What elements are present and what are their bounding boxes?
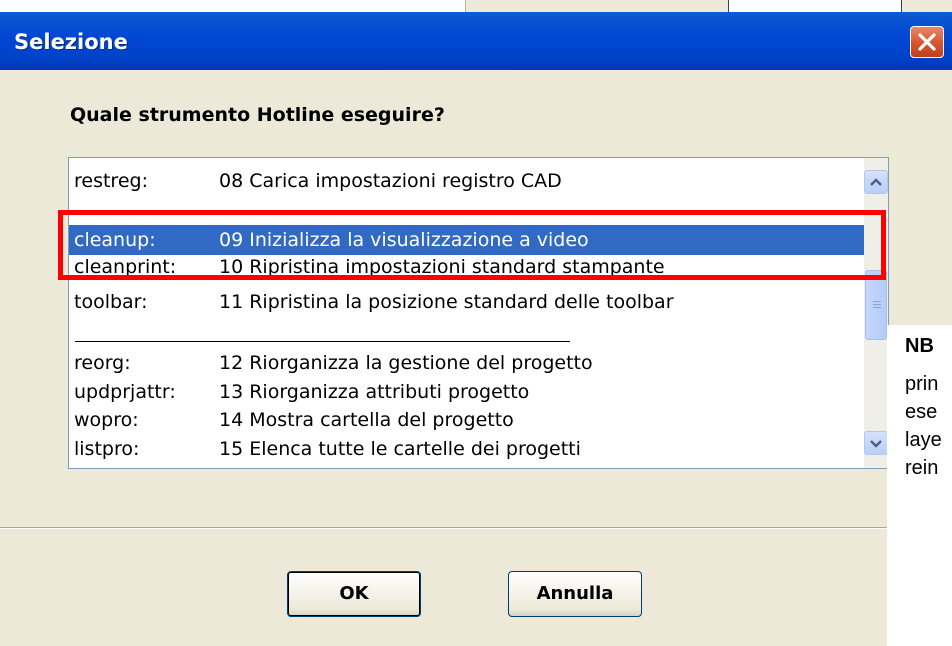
highlight-annotation [58,210,886,280]
list-separator [75,341,570,342]
list-item-wopro[interactable]: wopro: 14 Mostra cartella del progetto [69,405,864,435]
list-item-updprjattr[interactable]: updprjattr: 13 Riorganizza attributi pro… [69,377,864,407]
list-item-command: updprjattr: [74,381,176,403]
close-icon [918,33,936,51]
list-item-description: 15 Elenca tutte le cartelle dei progetti [219,438,581,460]
button-area-divider [0,527,900,529]
dialog-prompt: Quale strumento Hotline eseguire? [70,104,445,126]
ok-button[interactable]: OK [287,571,421,617]
selection-dialog: Selezione Quale strumento Hotline esegui… [0,12,952,646]
list-item-toolbar[interactable]: toolbar: 11 Ripristina la posizione stan… [69,287,864,317]
list-item-description: 11 Ripristina la posizione standard dell… [219,291,674,313]
side-note-line: rein [905,457,939,479]
list-item-command: reorg: [74,352,131,374]
cancel-button[interactable]: Annulla [508,571,642,617]
grip-line [873,304,881,305]
list-item-description: 13 Riorganizza attributi progetto [219,381,530,403]
side-note-line: prin [905,373,939,395]
list-item-command: listpro: [74,438,140,460]
list-item-command: wopro: [74,409,139,431]
scroll-down-button[interactable] [864,431,888,455]
close-button[interactable] [910,26,944,58]
list-item-description: 14 Mostra cartella del progetto [219,409,514,431]
scroll-up-icon [870,178,882,186]
side-note-line: ese [905,401,938,423]
dialog-title: Selezione [14,30,128,54]
list-item-description: 12 Riorganizza la gestione del progetto [219,352,593,374]
list-item-command: toolbar: [74,291,148,313]
list-item-restreg[interactable]: restreg: 08 Carica impostazioni registro… [69,166,864,196]
grip-line [873,301,881,302]
side-note: NB prin ese laye rein [887,325,952,646]
title-bar: Selezione [0,12,952,70]
list-item-description: 08 Carica impostazioni registro CAD [219,170,562,192]
list-item-command: restreg: [74,170,148,192]
scroll-up-button[interactable] [864,170,888,194]
list-item-listpro[interactable]: listpro: 15 Elenca tutte le cartelle dei… [69,434,864,464]
side-note-line: laye [905,429,942,451]
side-note-line: NB [905,335,934,357]
scroll-down-icon [870,440,882,448]
vertical-scrollbar[interactable] [864,158,888,468]
grip-line [873,307,881,308]
tool-listbox[interactable]: restreg: 08 Carica impostazioni registro… [68,157,889,469]
list-item-reorg[interactable]: reorg: 12 Riorganizza la gestione del pr… [69,348,864,378]
scrollbar-thumb[interactable] [865,270,887,340]
